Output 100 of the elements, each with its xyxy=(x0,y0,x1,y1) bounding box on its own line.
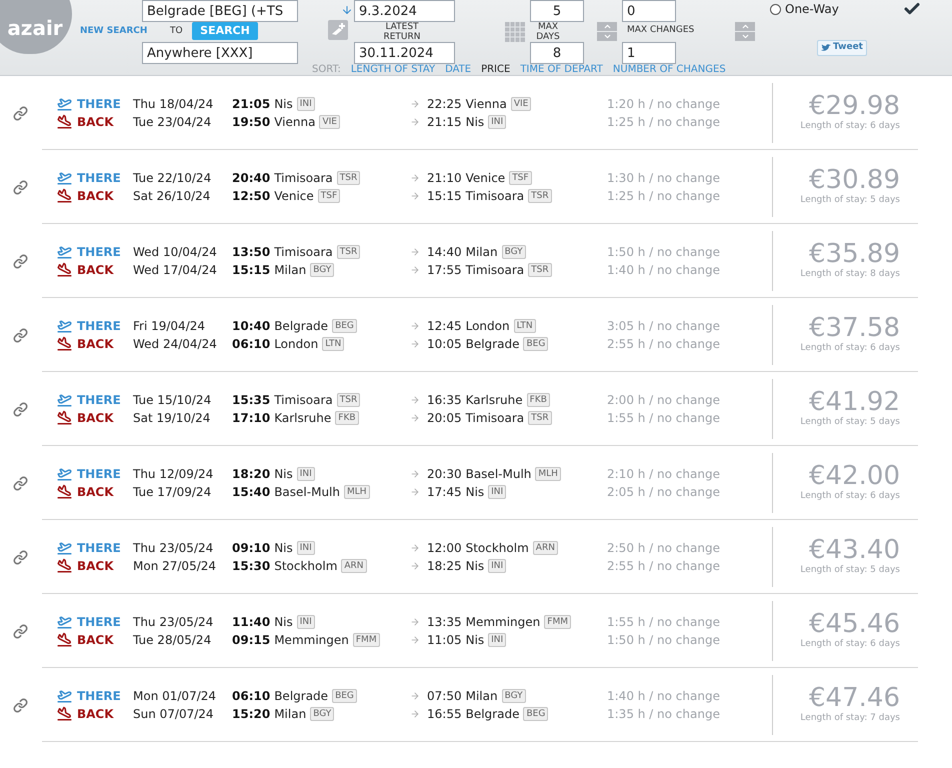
arrival-time: 16:55 xyxy=(427,706,462,722)
departure-city: Nis xyxy=(274,540,293,556)
airport-code: INI xyxy=(296,540,315,554)
max-days-label: MAX DAYS xyxy=(535,22,561,42)
depart-date-field[interactable]: 9.3.2024 xyxy=(354,0,455,22)
length-of-stay: Length of stay: 7 days xyxy=(800,712,900,725)
departure-time: 15:40 xyxy=(232,484,270,500)
plane-takeoff-icon xyxy=(57,170,72,185)
airport-code: TSR xyxy=(336,170,360,184)
latest-return-label: LATEST RETURN xyxy=(382,22,422,42)
departure-city: Belgrade xyxy=(274,688,328,704)
departure-city: Belgrade xyxy=(274,318,328,334)
departure-city: Nis xyxy=(274,466,293,482)
tweet-button[interactable]: Tweet xyxy=(817,40,867,56)
plane-takeoff-icon xyxy=(57,318,72,333)
arrow-down-icon xyxy=(341,4,353,16)
flight-date: Thu 23/05/24 xyxy=(133,614,214,630)
departure-city: Venice xyxy=(274,188,314,204)
direction-label: BACK xyxy=(77,188,115,204)
airport-code: BEG xyxy=(332,688,357,702)
airport-code: TSR xyxy=(336,392,360,406)
length-of-stay: Length of stay: 6 days xyxy=(800,638,900,651)
flight-date: Mon 01/07/24 xyxy=(133,688,218,704)
direction-label: THERE xyxy=(77,688,122,704)
min-days-field[interactable]: 5 xyxy=(530,0,584,22)
departure-city: Milan xyxy=(274,706,306,722)
link-icon[interactable] xyxy=(12,624,28,638)
departure-time: 09:10 xyxy=(232,540,270,556)
plane-landing-icon xyxy=(57,632,72,647)
arrow-right-icon xyxy=(410,320,420,330)
sort-option[interactable]: PRICE xyxy=(481,62,510,75)
link-icon[interactable] xyxy=(12,550,28,564)
departure-time: 15:15 xyxy=(232,262,270,278)
flight-date: Wed 10/04/24 xyxy=(133,244,218,260)
flight-date: Tue 15/10/24 xyxy=(133,392,212,408)
length-of-stay: Length of stay: 5 days xyxy=(800,416,900,429)
arrow-right-icon xyxy=(410,98,420,108)
departure-time: 21:05 xyxy=(232,96,270,112)
airport-code: INI xyxy=(296,466,315,480)
min-changes-field[interactable]: 0 xyxy=(622,0,676,22)
direction-label: THERE xyxy=(77,170,122,186)
airport-code: LTN xyxy=(514,318,536,332)
chevron-down-icon xyxy=(602,32,612,41)
link-icon[interactable] xyxy=(12,698,28,712)
arrival-time: 10:05 xyxy=(427,336,462,352)
link-icon[interactable] xyxy=(12,254,28,268)
flight-date: Sat 26/10/24 xyxy=(133,188,212,204)
link-icon[interactable] xyxy=(12,476,28,490)
direction-label: BACK xyxy=(77,558,115,574)
destination-field[interactable]: Anywhere [XXX] xyxy=(142,42,298,64)
airport-code: MLH xyxy=(535,466,561,480)
plane-landing-icon xyxy=(57,114,72,129)
origin-field[interactable]: Belgrade [BEG] (+TS xyxy=(142,0,298,22)
flight-date: Fri 19/04/24 xyxy=(133,318,206,334)
departure-city: Timisoara xyxy=(274,392,333,408)
duration: 1:50 h / no change xyxy=(607,244,720,260)
link-icon[interactable] xyxy=(12,328,28,342)
airport-code: FKB xyxy=(335,410,359,424)
departure-city: Basel-Mulh xyxy=(274,484,340,500)
max-days-field[interactable]: 8 xyxy=(530,42,584,64)
link-icon[interactable] xyxy=(12,106,28,120)
departure-city: Vienna xyxy=(274,114,316,130)
arrival-time: 20:30 xyxy=(427,466,462,482)
departure-time: 13:50 xyxy=(232,244,270,260)
departure-city: Memmingen xyxy=(274,632,349,648)
arrow-right-icon xyxy=(410,190,420,200)
arrival-time: 07:50 xyxy=(427,688,462,704)
one-way-radio[interactable] xyxy=(770,4,781,14)
arrival-time: 12:00 xyxy=(427,540,462,556)
duration: 1:20 h / no change xyxy=(607,96,720,112)
duration: 2:55 h / no change xyxy=(607,336,720,352)
plane-takeoff-icon xyxy=(57,540,72,555)
return-date-field[interactable]: 30.11.2024 xyxy=(354,42,455,64)
to-label: TO xyxy=(170,25,183,38)
airport-code: FMM xyxy=(352,632,380,646)
max-changes-field[interactable]: 1 xyxy=(622,42,676,64)
departure-city: Nis xyxy=(274,96,293,112)
arrival-time: 18:25 xyxy=(427,558,462,574)
plane-takeoff-icon xyxy=(57,688,72,703)
link-icon[interactable] xyxy=(12,180,28,194)
departure-city: Timisoara xyxy=(274,244,333,260)
plane-takeoff-icon xyxy=(57,466,72,481)
duration: 2:10 h / no change xyxy=(607,466,720,482)
direction-label: THERE xyxy=(77,318,122,334)
arrival-time: 13:35 xyxy=(427,614,462,630)
bird-icon xyxy=(821,44,831,52)
departure-time: 15:35 xyxy=(232,392,270,408)
link-icon[interactable] xyxy=(12,402,28,416)
arrival-city: Timisoara xyxy=(466,410,524,426)
departure-time: 09:15 xyxy=(232,632,270,648)
plane-landing-icon xyxy=(57,706,72,721)
arrow-right-icon xyxy=(410,468,420,478)
chevron-up-icon xyxy=(602,22,612,31)
direction-label: THERE xyxy=(77,96,122,112)
flight-date: Sun 07/07/24 xyxy=(133,706,215,722)
airport-code: FMM xyxy=(544,614,571,628)
departure-time: 11:40 xyxy=(232,614,270,630)
airport-code: INI xyxy=(296,614,315,628)
arrival-time: 17:55 xyxy=(427,262,462,278)
arrow-right-icon xyxy=(410,708,420,718)
